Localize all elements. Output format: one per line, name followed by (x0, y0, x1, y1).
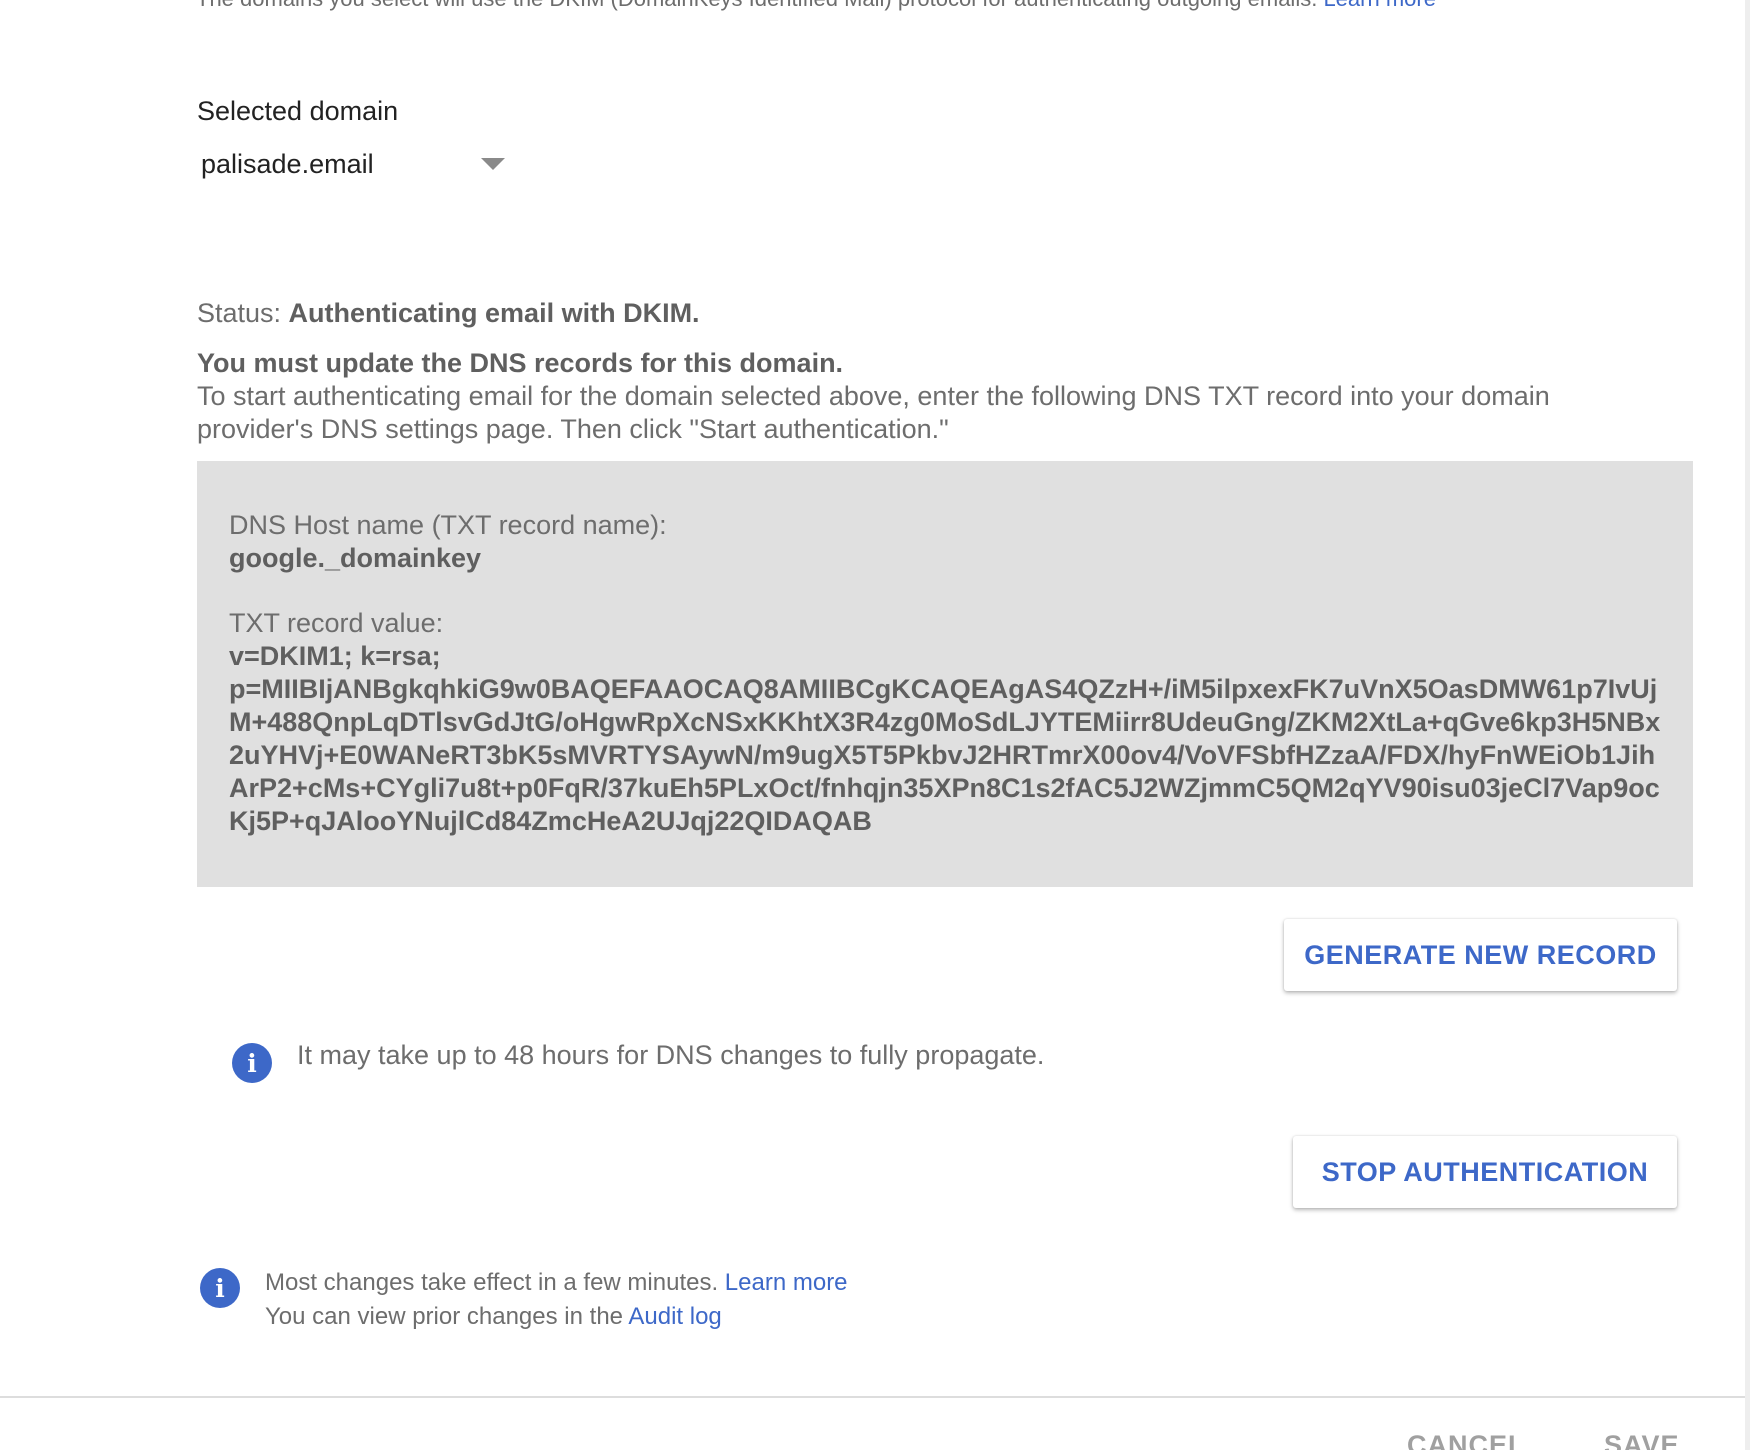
intro-learn-more-link[interactable]: Learn more (1323, 0, 1436, 11)
domain-dropdown-value: palisade.email (201, 148, 374, 179)
changes-learn-more-link[interactable]: Learn more (725, 1269, 848, 1296)
selected-domain-label: Selected domain (197, 96, 399, 126)
triangle-down-icon (481, 158, 505, 170)
info-icon: i (232, 1043, 272, 1083)
dns-record-box: DNS Host name (TXT record name): google.… (197, 461, 1693, 887)
dns-update-heading: You must update the DNS records for this… (197, 348, 844, 378)
domain-dropdown[interactable]: palisade.email (197, 142, 507, 186)
save-button[interactable]: SAVE (1604, 1430, 1680, 1450)
intro-description: The domains you select will use the DKIM… (196, 0, 1323, 11)
intro-text: The domains you select will use the DKIM… (196, 0, 1436, 12)
changes-note-line2: You can view prior changes in the Audit … (265, 1300, 848, 1334)
changes-note-line1-text: Most changes take effect in a few minute… (265, 1269, 725, 1296)
status-value: Authenticating email with DKIM. (288, 298, 700, 328)
changes-note-line1: Most changes take effect in a few minute… (265, 1266, 848, 1300)
scrollbar-track[interactable] (1745, 0, 1750, 1450)
changes-note: Most changes take effect in a few minute… (265, 1266, 848, 1334)
footer-divider (0, 1396, 1745, 1398)
host-name-label: DNS Host name (TXT record name): (229, 510, 667, 540)
propagation-note: It may take up to 48 hours for DNS chang… (297, 1040, 1045, 1070)
txt-record-value-line1: v=DKIM1; k=rsa; (229, 641, 441, 671)
audit-log-link[interactable]: Audit log (628, 1303, 721, 1330)
status-line: Status: Authenticating email with DKIM. (197, 298, 700, 329)
changes-note-line2-text: You can view prior changes in the (265, 1303, 629, 1330)
info-icon: i (200, 1268, 240, 1308)
dns-update-instructions: To start authenticating email for the do… (197, 381, 1550, 444)
generate-new-record-button[interactable]: GENERATE NEW RECORD (1284, 919, 1677, 991)
status-prefix: Status: (197, 298, 289, 328)
txt-record-label: TXT record value: (229, 608, 444, 638)
dkim-settings-page: The domains you select will use the DKIM… (0, 0, 1750, 1450)
cancel-button[interactable]: CANCEL (1407, 1430, 1526, 1450)
stop-authentication-button[interactable]: STOP AUTHENTICATION (1293, 1136, 1677, 1208)
host-name-value: google._domainkey (229, 543, 482, 573)
txt-record-value-key: p=MIIBIjANBgkqhkiG9w0BAQEFAAOCAQ8AMIIBCg… (229, 674, 1661, 836)
